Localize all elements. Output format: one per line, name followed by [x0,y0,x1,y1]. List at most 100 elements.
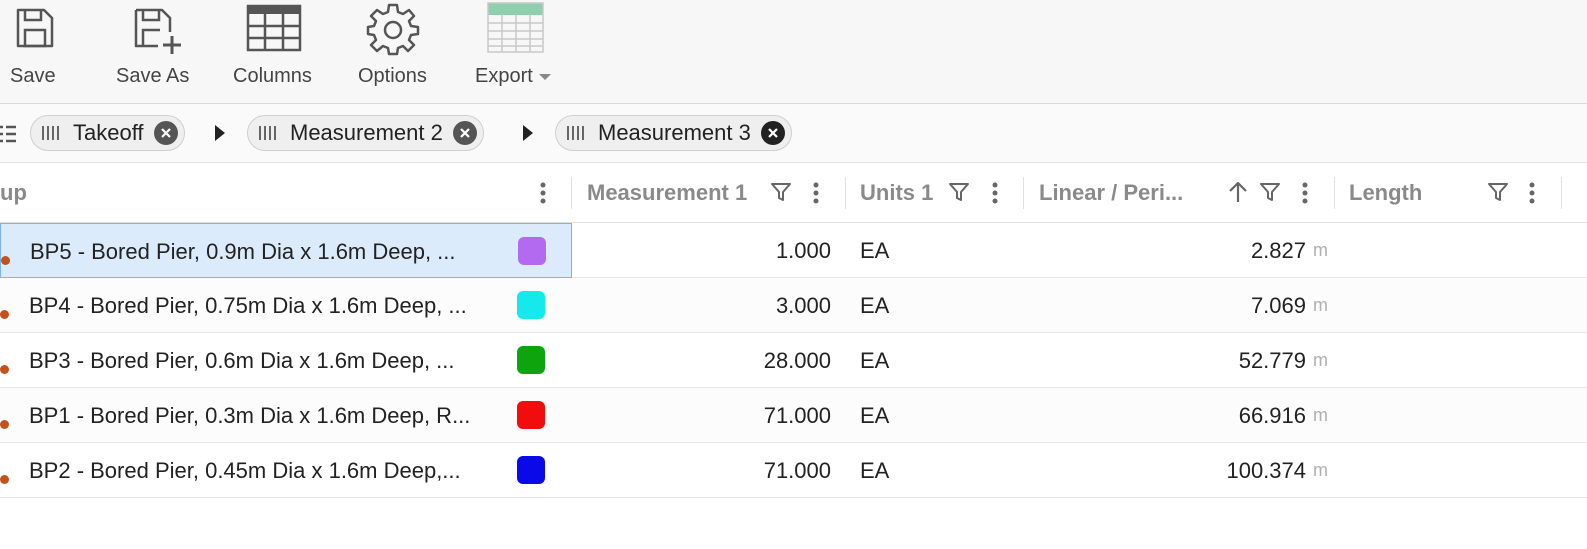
table-row[interactable]: BP1 - Bored Pier, 0.3m Dia x 1.6m Deep, … [0,388,1587,443]
item-name: BP1 - Bored Pier, 0.3m Dia x 1.6m Deep, … [29,403,471,428]
color-swatch[interactable] [518,237,546,265]
more-vertical-icon[interactable] [1300,181,1310,205]
measurement-1-value: 1.000 [775,238,831,263]
column-separator[interactable] [1561,177,1562,209]
linear-unit: m [1313,460,1328,480]
group-list-icon[interactable] [0,124,16,144]
status-dot [0,310,9,319]
linear-perimeter-value: 2.827 [1250,238,1306,263]
item-name: BP4 - Bored Pier, 0.75m Dia x 1.6m Deep,… [29,293,467,318]
units-1-value: EA [860,348,890,373]
units-1-value: EA [860,403,890,428]
item-name: BP3 - Bored Pier, 0.6m Dia x 1.6m Deep, … [29,348,455,373]
close-icon[interactable] [452,121,477,145]
save-button[interactable]: Save [0,0,70,104]
group-name-cell[interactable]: BP1 - Bored Pier, 0.3m Dia x 1.6m Deep, … [0,388,572,443]
column-separator[interactable] [845,177,846,209]
filter-icon[interactable] [770,181,792,203]
units-1-value: EA [860,293,890,318]
sort-ascending-icon[interactable] [1228,180,1248,204]
column-header-label: Units 1 [860,180,934,205]
measurement-1-value: 71.000 [763,403,831,428]
units-1-value: EA [860,458,890,483]
close-icon[interactable] [760,121,785,145]
group-chip-label: Measurement 3 [598,120,751,145]
options-label: Options [358,65,427,87]
table-row[interactable]: BP3 - Bored Pier, 0.6m Dia x 1.6m Deep, … [0,333,1587,388]
column-header-label: Measurement 1 [587,180,748,205]
linear-perimeter-value: 52.779 [1238,348,1306,373]
export-button[interactable]: Export [470,0,570,104]
table-row[interactable]: BP2 - Bored Pier, 0.45m Dia x 1.6m Deep,… [0,443,1587,498]
table-header: up Measurement 1 Units 1 Linear / Peri..… [0,163,1587,223]
group-chip-label: Takeoff [73,120,144,145]
linear-perimeter-value: 66.916 [1238,403,1306,428]
status-dot [1,256,10,265]
column-header-label: up [0,180,27,205]
column-header-length[interactable]: Length [1349,163,1469,223]
drag-handle-icon[interactable] [41,125,63,141]
column-header-measurement-1[interactable]: Measurement 1 [587,163,767,223]
column-separator[interactable] [1023,177,1024,209]
column-header-group[interactable]: up [0,163,520,223]
columns-label: Columns [233,65,312,87]
columns-icon [246,4,302,52]
drag-handle-icon[interactable] [258,125,280,141]
measurement-1-value: 71.000 [763,458,831,483]
save-as-button[interactable]: Save As [110,0,200,104]
save-as-label: Save As [116,65,190,87]
group-chip-measurement-3[interactable]: Measurement 3 [555,115,792,151]
item-name: BP2 - Bored Pier, 0.45m Dia x 1.6m Deep,… [29,458,461,483]
group-chip-takeoff[interactable]: Takeoff [30,115,185,151]
chevron-down-icon [538,73,551,80]
options-button[interactable]: Options [352,0,442,104]
save-label: Save [10,65,56,87]
table-row[interactable]: BP4 - Bored Pier, 0.75m Dia x 1.6m Deep,… [0,278,1587,333]
group-name-cell[interactable]: BP4 - Bored Pier, 0.75m Dia x 1.6m Deep,… [0,278,572,333]
color-swatch[interactable] [517,291,545,319]
gear-icon [366,3,420,56]
status-dot [0,475,9,484]
measurement-1-value: 28.000 [763,348,831,373]
more-vertical-icon[interactable] [1527,181,1537,205]
group-name-cell[interactable]: BP2 - Bored Pier, 0.45m Dia x 1.6m Deep,… [0,443,572,498]
group-name-cell[interactable]: BP3 - Bored Pier, 0.6m Dia x 1.6m Deep, … [0,333,572,388]
arrow-right-icon [215,125,225,141]
linear-unit: m [1313,240,1328,260]
filter-icon[interactable] [1487,181,1509,203]
table-row[interactable]: BP5 - Bored Pier, 0.9m Dia x 1.6m Deep, … [0,223,1587,278]
export-text: Export [475,65,533,87]
status-dot [0,365,9,374]
linear-perimeter-value: 7.069 [1250,293,1306,318]
linear-unit: m [1313,405,1328,425]
grouping-bar: Takeoff Measurement 2 Measurement 3 [0,104,1587,163]
save-icon [16,8,54,48]
column-header-units-1[interactable]: Units 1 [860,163,940,223]
close-icon[interactable] [153,121,178,145]
filter-icon[interactable] [1259,181,1281,203]
more-vertical-icon[interactable] [811,181,821,205]
group-chip-measurement-2[interactable]: Measurement 2 [247,115,484,151]
measurement-1-value: 3.000 [775,293,831,318]
column-header-label: Linear / Peri... [1039,180,1184,205]
more-vertical-icon[interactable] [538,181,548,205]
column-header-label: Length [1349,180,1423,205]
color-swatch[interactable] [517,456,545,484]
column-header-linear-perimeter[interactable]: Linear / Peri... [1039,163,1209,223]
toolbar: Save Save As Columns Options Export [0,0,1587,104]
columns-button[interactable]: Columns [226,0,326,104]
spreadsheet-icon [487,2,544,53]
group-name-cell[interactable]: BP5 - Bored Pier, 0.9m Dia x 1.6m Deep, … [0,223,572,278]
status-dot [0,420,9,429]
linear-perimeter-value: 100.374 [1226,458,1306,483]
units-1-value: EA [860,238,890,263]
more-vertical-icon[interactable] [990,181,1000,205]
column-separator[interactable] [571,177,572,209]
filter-icon[interactable] [948,181,970,203]
drag-handle-icon[interactable] [566,125,588,141]
group-chip-label: Measurement 2 [290,120,443,145]
arrow-right-icon [523,125,533,141]
column-separator[interactable] [1334,177,1335,209]
color-swatch[interactable] [517,401,545,429]
color-swatch[interactable] [517,346,545,374]
